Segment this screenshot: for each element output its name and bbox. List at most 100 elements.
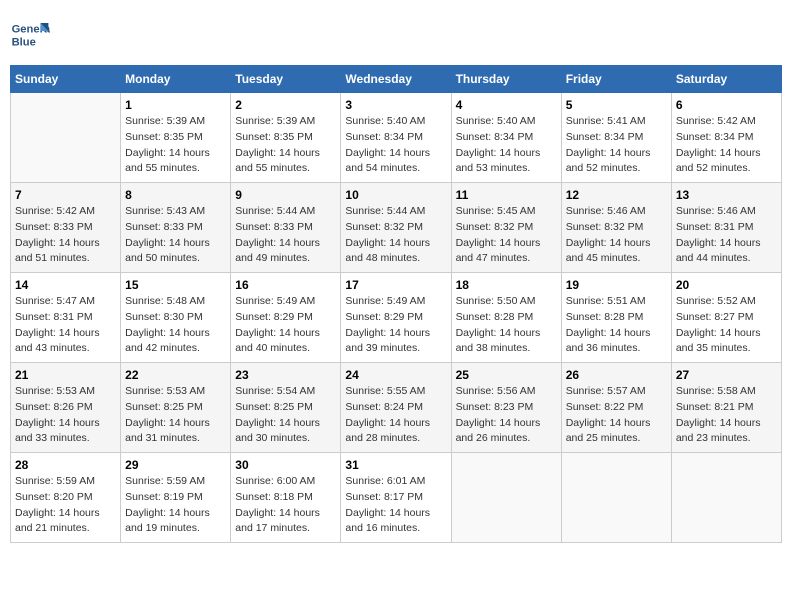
day-detail: Sunrise: 5:48 AMSunset: 8:30 PMDaylight:…: [125, 294, 226, 357]
day-number: 23: [235, 368, 336, 382]
calendar-row: 7 Sunrise: 5:42 AMSunset: 8:33 PMDaylight…: [11, 183, 782, 273]
day-detail: Sunrise: 5:52 AMSunset: 8:27 PMDaylight:…: [676, 294, 777, 357]
calendar-row: 28Sunrise: 5:59 AMSunset: 8:20 PMDayligh…: [11, 453, 782, 543]
day-detail: Sunrise: 5:39 AMSunset: 8:35 PMDaylight:…: [125, 114, 226, 177]
day-detail: Sunrise: 5:59 AMSunset: 8:20 PMDaylight:…: [15, 474, 116, 537]
day-detail: Sunrise: 5:50 AMSunset: 8:28 PMDaylight:…: [456, 294, 557, 357]
calendar-cell: 9 Sunrise: 5:44 AMSunset: 8:33 PMDaylight…: [231, 183, 341, 273]
day-detail: Sunrise: 5:57 AMSunset: 8:22 PMDaylight:…: [566, 384, 667, 447]
calendar-cell: 3 Sunrise: 5:40 AMSunset: 8:34 PMDaylight…: [341, 93, 451, 183]
calendar-cell: 30 Sunrise: 6:00 AMSunset: 8:18 PMDayligh…: [231, 453, 341, 543]
day-detail: Sunrise: 5:40 AMSunset: 8:34 PMDaylight:…: [456, 114, 557, 177]
day-number: 5: [566, 98, 667, 112]
day-detail: Sunrise: 5:42 AMSunset: 8:34 PMDaylight:…: [676, 114, 777, 177]
day-number: 25: [456, 368, 557, 382]
calendar-cell: 13 Sunrise: 5:46 AMSunset: 8:31 PMDayligh…: [671, 183, 781, 273]
day-number: 21: [15, 368, 116, 382]
day-number: 1: [125, 98, 226, 112]
day-detail: Sunrise: 5:40 AMSunset: 8:34 PMDaylight:…: [345, 114, 446, 177]
day-detail: Sunrise: 5:47 AMSunset: 8:31 PMDaylight:…: [15, 294, 116, 357]
day-detail: Sunrise: 6:00 AMSunset: 8:18 PMDaylight:…: [235, 474, 336, 537]
calendar-cell: 15 Sunrise: 5:48 AMSunset: 8:30 PMDayligh…: [121, 273, 231, 363]
column-header-monday: Monday: [121, 66, 231, 93]
calendar-cell: 27Sunrise: 5:58 AMSunset: 8:21 PMDayligh…: [671, 363, 781, 453]
day-detail: Sunrise: 5:43 AMSunset: 8:33 PMDaylight:…: [125, 204, 226, 267]
column-header-tuesday: Tuesday: [231, 66, 341, 93]
calendar-header: SundayMondayTuesdayWednesdayThursdayFrid…: [11, 66, 782, 93]
day-detail: Sunrise: 5:39 AMSunset: 8:35 PMDaylight:…: [235, 114, 336, 177]
day-number: 17: [345, 278, 446, 292]
svg-text:Blue: Blue: [12, 36, 36, 48]
day-detail: Sunrise: 5:42 AMSunset: 8:33 PMDaylight:…: [15, 204, 116, 267]
calendar-cell: 21 Sunrise: 5:53 AMSunset: 8:26 PMDayligh…: [11, 363, 121, 453]
day-detail: Sunrise: 5:53 AMSunset: 8:26 PMDaylight:…: [15, 384, 116, 447]
logo-icon: General Blue: [10, 15, 50, 55]
calendar-cell: 25 Sunrise: 5:56 AMSunset: 8:23 PMDayligh…: [451, 363, 561, 453]
page-header: General Blue: [10, 10, 782, 55]
column-header-wednesday: Wednesday: [341, 66, 451, 93]
calendar-cell: 29 Sunrise: 5:59 AMSunset: 8:19 PMDayligh…: [121, 453, 231, 543]
calendar-cell: 8 Sunrise: 5:43 AMSunset: 8:33 PMDaylight…: [121, 183, 231, 273]
day-detail: Sunrise: 5:59 AMSunset: 8:19 PMDaylight:…: [125, 474, 226, 537]
day-number: 10: [345, 188, 446, 202]
calendar-cell: [11, 93, 121, 183]
calendar-row: 14Sunrise: 5:47 AMSunset: 8:31 PMDayligh…: [11, 273, 782, 363]
calendar-row: 1 Sunrise: 5:39 AMSunset: 8:35 PMDaylight…: [11, 93, 782, 183]
column-header-friday: Friday: [561, 66, 671, 93]
calendar-cell: 4 Sunrise: 5:40 AMSunset: 8:34 PMDaylight…: [451, 93, 561, 183]
calendar-cell: 17 Sunrise: 5:49 AMSunset: 8:29 PMDayligh…: [341, 273, 451, 363]
day-number: 19: [566, 278, 667, 292]
day-number: 9: [235, 188, 336, 202]
day-number: 7: [15, 188, 116, 202]
column-header-saturday: Saturday: [671, 66, 781, 93]
calendar-cell: 20 Sunrise: 5:52 AMSunset: 8:27 PMDayligh…: [671, 273, 781, 363]
calendar-cell: 14Sunrise: 5:47 AMSunset: 8:31 PMDayligh…: [11, 273, 121, 363]
day-number: 20: [676, 278, 777, 292]
calendar-cell: 18 Sunrise: 5:50 AMSunset: 8:28 PMDayligh…: [451, 273, 561, 363]
calendar-cell: 1 Sunrise: 5:39 AMSunset: 8:35 PMDaylight…: [121, 93, 231, 183]
day-detail: Sunrise: 5:44 AMSunset: 8:32 PMDaylight:…: [345, 204, 446, 267]
day-detail: Sunrise: 5:56 AMSunset: 8:23 PMDaylight:…: [456, 384, 557, 447]
day-detail: Sunrise: 5:44 AMSunset: 8:33 PMDaylight:…: [235, 204, 336, 267]
day-detail: Sunrise: 5:53 AMSunset: 8:25 PMDaylight:…: [125, 384, 226, 447]
column-header-sunday: Sunday: [11, 66, 121, 93]
calendar-cell: 16Sunrise: 5:49 AMSunset: 8:29 PMDayligh…: [231, 273, 341, 363]
day-detail: Sunrise: 5:46 AMSunset: 8:31 PMDaylight:…: [676, 204, 777, 267]
day-detail: Sunrise: 5:55 AMSunset: 8:24 PMDaylight:…: [345, 384, 446, 447]
day-number: 26: [566, 368, 667, 382]
calendar-cell: 31Sunrise: 6:01 AMSunset: 8:17 PMDayligh…: [341, 453, 451, 543]
calendar-table: SundayMondayTuesdayWednesdayThursdayFrid…: [10, 65, 782, 543]
calendar-cell: 28Sunrise: 5:59 AMSunset: 8:20 PMDayligh…: [11, 453, 121, 543]
day-number: 2: [235, 98, 336, 112]
day-number: 4: [456, 98, 557, 112]
calendar-cell: 6 Sunrise: 5:42 AMSunset: 8:34 PMDaylight…: [671, 93, 781, 183]
day-number: 15: [125, 278, 226, 292]
calendar-row: 21 Sunrise: 5:53 AMSunset: 8:26 PMDayligh…: [11, 363, 782, 453]
calendar-cell: 5Sunrise: 5:41 AMSunset: 8:34 PMDaylight…: [561, 93, 671, 183]
day-number: 3: [345, 98, 446, 112]
day-detail: Sunrise: 5:58 AMSunset: 8:21 PMDaylight:…: [676, 384, 777, 447]
day-number: 8: [125, 188, 226, 202]
logo: General Blue: [10, 15, 54, 55]
calendar-cell: 7 Sunrise: 5:42 AMSunset: 8:33 PMDaylight…: [11, 183, 121, 273]
calendar-cell: 23 Sunrise: 5:54 AMSunset: 8:25 PMDayligh…: [231, 363, 341, 453]
day-detail: Sunrise: 5:51 AMSunset: 8:28 PMDaylight:…: [566, 294, 667, 357]
day-number: 22: [125, 368, 226, 382]
day-number: 13: [676, 188, 777, 202]
day-number: 30: [235, 458, 336, 472]
day-number: 12: [566, 188, 667, 202]
day-detail: Sunrise: 5:49 AMSunset: 8:29 PMDaylight:…: [235, 294, 336, 357]
day-number: 6: [676, 98, 777, 112]
calendar-cell: 11Sunrise: 5:45 AMSunset: 8:32 PMDayligh…: [451, 183, 561, 273]
day-detail: Sunrise: 6:01 AMSunset: 8:17 PMDaylight:…: [345, 474, 446, 537]
day-detail: Sunrise: 5:49 AMSunset: 8:29 PMDaylight:…: [345, 294, 446, 357]
calendar-cell: 22 Sunrise: 5:53 AMSunset: 8:25 PMDayligh…: [121, 363, 231, 453]
calendar-cell: [561, 453, 671, 543]
day-number: 18: [456, 278, 557, 292]
day-number: 24: [345, 368, 446, 382]
day-number: 29: [125, 458, 226, 472]
day-number: 11: [456, 188, 557, 202]
day-detail: Sunrise: 5:54 AMSunset: 8:25 PMDaylight:…: [235, 384, 336, 447]
calendar-cell: 10 Sunrise: 5:44 AMSunset: 8:32 PMDayligh…: [341, 183, 451, 273]
column-header-thursday: Thursday: [451, 66, 561, 93]
